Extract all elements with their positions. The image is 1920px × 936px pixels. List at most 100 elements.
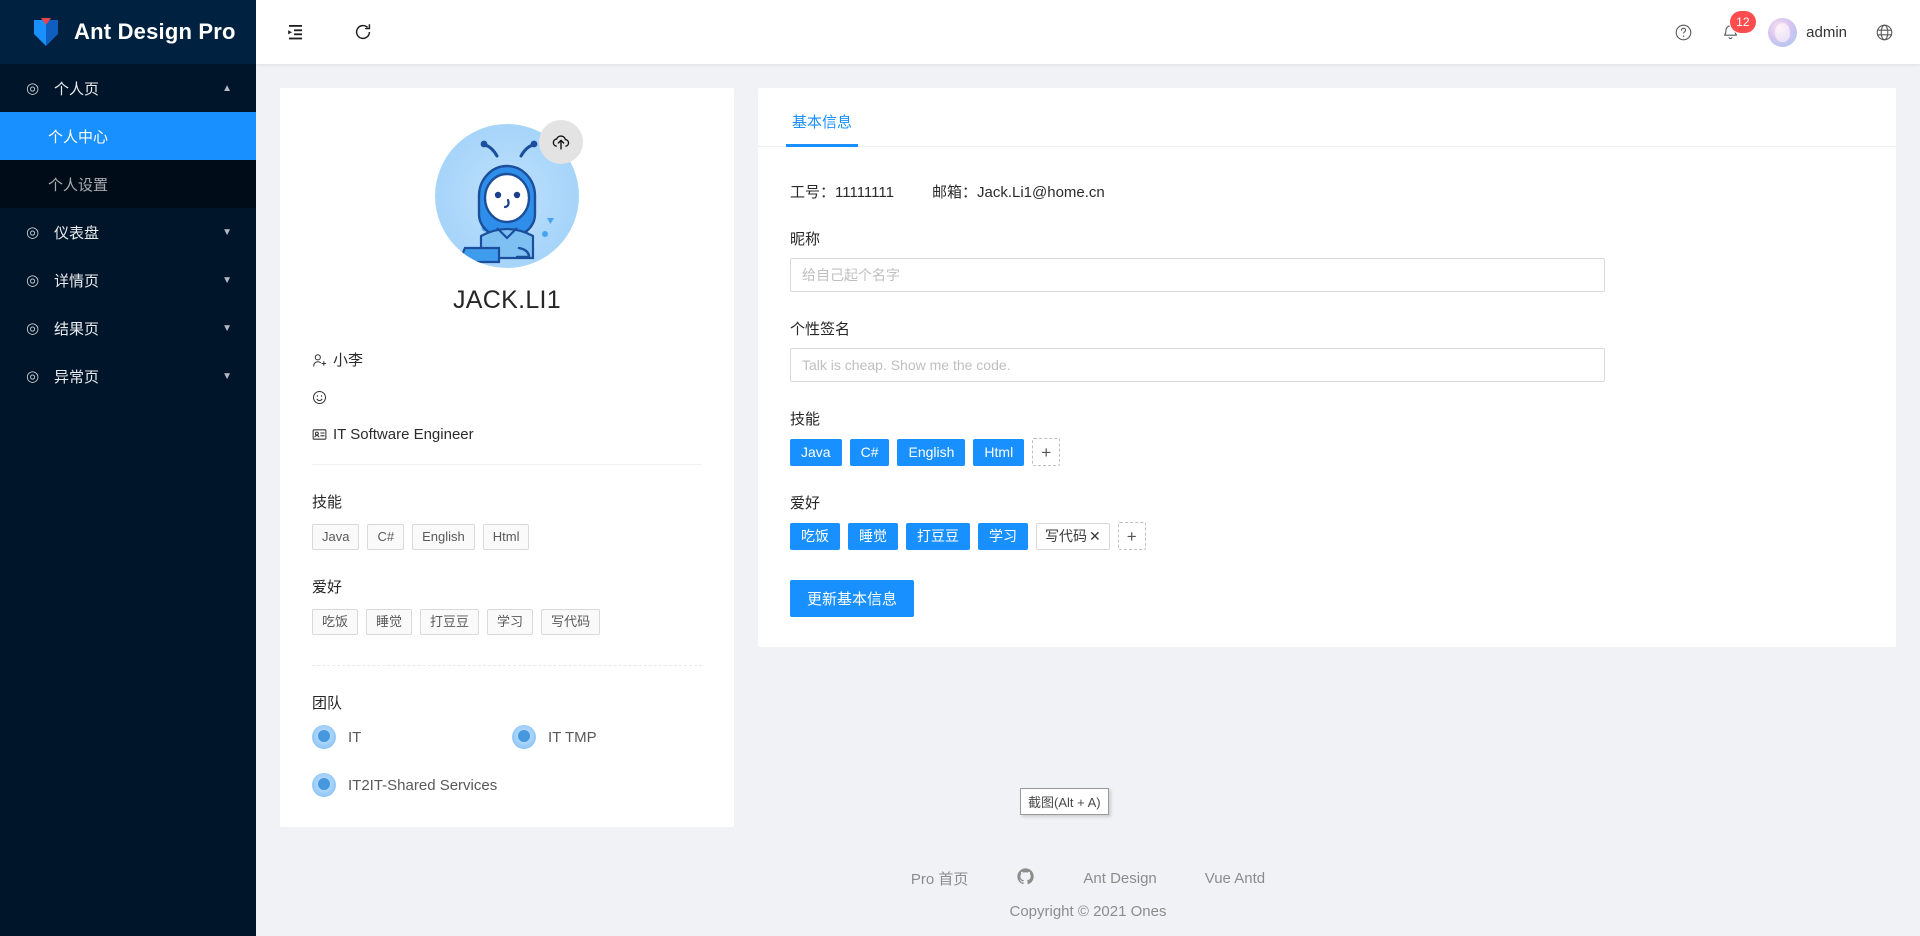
footer-copyright: Copyright © 2021 Ones [1009, 903, 1167, 920]
id-card-icon [312, 427, 327, 442]
skills-label: 技能 [790, 411, 821, 428]
sidebar-item-personal-center[interactable]: 个人中心 [0, 112, 256, 160]
add-skill-button[interactable]: + [1032, 438, 1061, 466]
footer-link-vue-antd[interactable]: Vue Antd [1205, 870, 1265, 887]
hobby-tag[interactable]: 吃饭 [790, 522, 840, 550]
compass-icon: ◎ [26, 224, 40, 241]
sidebar-group-detail[interactable]: ◎ 详情页 ▼ [0, 256, 256, 304]
hobby-tag-editing[interactable]: 写代码 ✕ [1036, 522, 1110, 550]
tab-basic-info[interactable]: 基本信息 [785, 111, 859, 147]
main-area: 12 admin JACK.LI1 小李 IT Software Enginee… [256, 0, 1920, 936]
compass-icon: ◎ [26, 368, 40, 385]
add-hobby-button[interactable]: + [1117, 522, 1146, 550]
profile-info-title-text: IT Software Engineer [333, 426, 474, 443]
notifications-button[interactable]: 12 [1721, 11, 1756, 42]
profile-name: JACK.LI1 [452, 286, 561, 314]
profile-info-smile [312, 390, 702, 405]
divider-dashed [312, 665, 702, 666]
global-icon[interactable] [1875, 23, 1894, 42]
profile-card: JACK.LI1 小李 IT Software Engineer 技能 Java… [280, 88, 734, 827]
skills-tag-group: Java C# English Html + [790, 438, 1864, 466]
sidebar-submenu-personal: 个人中心 个人设置 [0, 112, 256, 208]
github-icon[interactable] [1016, 867, 1035, 890]
user-menu[interactable]: admin [1768, 17, 1847, 47]
content-scroll: JACK.LI1 小李 IT Software Engineer 技能 Java… [280, 88, 1896, 936]
cloud-upload-icon[interactable] [539, 120, 583, 164]
employee-id-value: 11111111 [835, 184, 894, 201]
question-circle-icon[interactable] [1674, 23, 1693, 42]
user-name-label: admin [1806, 23, 1847, 41]
team-name: IT [348, 728, 362, 746]
profile-hobby-tag[interactable]: 学习 [487, 609, 534, 635]
employee-id-label: 工号： [790, 184, 836, 201]
hobby-tag-editing-label: 写代码 [1045, 527, 1087, 544]
skill-tag[interactable]: C# [849, 438, 890, 466]
skill-tag[interactable]: Java [790, 438, 842, 466]
profile-hobbies-tags: 吃饭 睡觉 打豆豆 学习 写代码 [312, 609, 702, 635]
profile-skill-tag[interactable]: C# [367, 524, 405, 550]
avatar-upload-area[interactable] [435, 120, 583, 268]
team-item[interactable]: IT2IT-Shared Services [312, 773, 502, 797]
email-value: Jack.Li1@home.cn [976, 184, 1105, 201]
team-avatar [312, 773, 336, 797]
chevron-down-icon: ▼ [222, 274, 232, 286]
chevron-down-icon: ▼ [222, 322, 232, 334]
hobby-tag[interactable]: 学习 [978, 522, 1028, 550]
detail-card: 基本信息 工号：11111111 邮箱：Jack.Li1@home.cn 昵称 … [758, 88, 1896, 647]
profile-hobby-tag[interactable]: 吃饭 [312, 609, 359, 635]
app-root: Ant Design Pro ◎ 个人页 ▲ 个人中心 个人设置 ◎ 仪表盘 ▼… [0, 0, 1920, 936]
signature-input[interactable] [790, 348, 1605, 382]
profile-info-user-text: 小李 [333, 352, 364, 369]
profile-hobby-tag[interactable]: 写代码 [541, 609, 601, 635]
divider [312, 464, 702, 465]
menu-fold-icon[interactable] [282, 19, 308, 45]
sidebar-group-result[interactable]: ◎ 结果页 ▼ [0, 304, 256, 352]
close-icon[interactable]: ✕ [1089, 527, 1101, 546]
sidebar-group-personal[interactable]: ◎ 个人页 ▲ [0, 64, 256, 112]
sidebar-group-label: 异常页 [54, 368, 100, 386]
sidebar-group-exception[interactable]: ◎ 异常页 ▼ [0, 352, 256, 400]
footer-link-pro-home[interactable]: Pro 首页 [911, 868, 969, 889]
profile-skill-tag[interactable]: English [412, 524, 475, 550]
sidebar-group-label: 详情页 [54, 272, 100, 290]
profile-team-title: 团队 [312, 695, 343, 712]
team-item[interactable]: IT [312, 725, 502, 749]
basic-info-form: 工号：11111111 邮箱：Jack.Li1@home.cn 昵称 个性签名 … [758, 147, 1896, 617]
profile-skills-title: 技能 [312, 494, 343, 511]
page-footer: Pro 首页 Ant Design Vue Antd Copyright © 2… [280, 827, 1896, 936]
update-basic-info-button[interactable]: 更新基本信息 [790, 580, 915, 617]
skill-tag[interactable]: Html [973, 438, 1025, 466]
footer-link-ant-design[interactable]: Ant Design [1083, 870, 1156, 887]
profile-info-list: 小李 IT Software Engineer [312, 353, 702, 442]
profile-info-title: IT Software Engineer [312, 427, 702, 442]
tabs-bar: 基本信息 [758, 88, 1896, 147]
profile-skill-tag[interactable]: Java [312, 524, 360, 550]
sidebar: Ant Design Pro ◎ 个人页 ▲ 个人中心 个人设置 ◎ 仪表盘 ▼… [0, 0, 256, 936]
page-content: JACK.LI1 小李 IT Software Engineer 技能 Java… [256, 64, 1920, 936]
profile-hobby-tag[interactable]: 打豆豆 [420, 609, 480, 635]
sidebar-group-label: 仪表盘 [54, 224, 100, 242]
chevron-down-icon: ▼ [222, 226, 232, 238]
team-name: IT TMP [548, 728, 597, 746]
sidebar-item-personal-settings[interactable]: 个人设置 [0, 160, 256, 208]
skill-tag[interactable]: English [897, 438, 966, 466]
profile-hobby-tag[interactable]: 睡觉 [366, 609, 413, 635]
topbar-right-actions: 12 admin [1674, 11, 1894, 47]
sidebar-logo-title: Ant Design Pro [74, 19, 236, 44]
meta-row: 工号：11111111 邮箱：Jack.Li1@home.cn [790, 181, 1864, 202]
sidebar-logo[interactable]: Ant Design Pro [0, 0, 256, 64]
hobbies-label: 爱好 [790, 495, 821, 512]
team-item[interactable]: IT TMP [512, 725, 702, 749]
hobby-tag[interactable]: 睡觉 [848, 522, 898, 550]
cards-row: JACK.LI1 小李 IT Software Engineer 技能 Java… [280, 88, 1896, 827]
notification-count-badge: 12 [1730, 11, 1756, 33]
user-icon [312, 353, 327, 368]
nickname-input[interactable] [790, 258, 1605, 292]
hobby-tag[interactable]: 打豆豆 [906, 522, 970, 550]
profile-info-user: 小李 [312, 353, 702, 368]
profile-skill-tag[interactable]: Html [482, 524, 530, 550]
reload-icon[interactable] [350, 19, 376, 45]
chevron-down-icon: ▼ [222, 370, 232, 382]
sidebar-group-dashboard[interactable]: ◎ 仪表盘 ▼ [0, 208, 256, 256]
nickname-label: 昵称 [790, 231, 821, 248]
